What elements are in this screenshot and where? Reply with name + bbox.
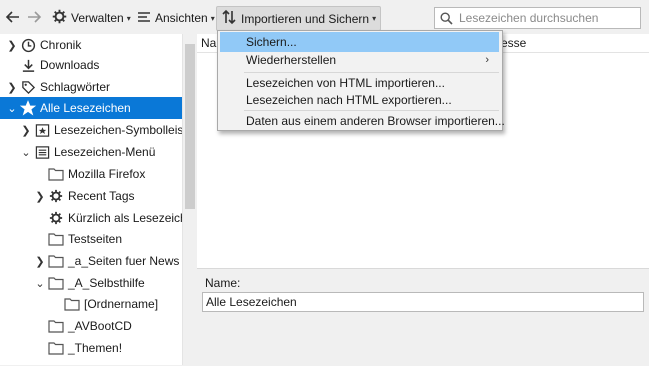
clock-icon: [20, 37, 36, 53]
sidebar-item-label: Testseiten: [68, 232, 123, 246]
sidebar-item-label: _a_Seiten fuer News: [68, 254, 180, 268]
collapse-arrow-icon[interactable]: ⌄: [6, 102, 18, 115]
chevron-down-icon: ▾: [210, 13, 215, 23]
sidebar-item-label: _Themen!: [68, 341, 123, 355]
expand-arrow-icon[interactable]: ❯: [20, 124, 32, 137]
folder-icon: [48, 253, 64, 269]
sidebar-item-label: _AVBootCD: [68, 319, 132, 333]
folder-icon: [48, 340, 64, 356]
organize-button[interactable]: Verwalten ▾: [52, 7, 131, 29]
menu-item-restore[interactable]: Wiederherstellen ›: [220, 50, 499, 70]
bookmarks-menu-icon: [34, 144, 50, 160]
sidebar-item-recent-tags[interactable]: ❯ Recent Tags: [0, 185, 182, 207]
sidebar-item-seiten-fuer-news[interactable]: ❯ _a_Seiten fuer News: [0, 250, 182, 272]
folder-icon: [48, 318, 64, 334]
sidebar-item-label: Lesezeichen-Symbolleiste: [54, 123, 182, 137]
sidebar-item-testseiten[interactable]: Testseiten: [0, 228, 182, 250]
scrollbar-thumb[interactable]: [185, 44, 195, 209]
sidebar-item-label: [Ordnername]: [84, 297, 159, 311]
views-button[interactable]: Ansichten ▾: [137, 7, 215, 29]
download-icon: [20, 57, 36, 73]
sidebar-item-label: Chronik: [40, 38, 82, 52]
name-label: Name:: [205, 276, 241, 290]
sidebar-item-recently-bookmarked[interactable]: Kürzlich als Lesezeichen: [0, 207, 182, 229]
sidebar-item-tags[interactable]: ❯ Schlagwörter: [0, 76, 182, 98]
expand-arrow-icon[interactable]: ❯: [6, 39, 18, 52]
expand-arrow-icon[interactable]: ❯: [34, 255, 46, 268]
collapse-arrow-icon[interactable]: ⌄: [20, 146, 32, 159]
sidebar-item-downloads[interactable]: Downloads: [0, 54, 182, 76]
sidebar-item-bookmarks-menu[interactable]: ⌄ Lesezeichen-Menü: [0, 141, 182, 163]
sidebar-item-label: Recent Tags: [68, 189, 135, 203]
sidebar-item-history[interactable]: ❯ Chronik: [0, 34, 182, 56]
chevron-down-icon: ▾: [372, 14, 377, 23]
tag-icon: [20, 79, 36, 95]
sidebar-item-mozilla-firefox[interactable]: Mozilla Firefox: [0, 163, 182, 185]
sidebar-item-label: Downloads: [40, 58, 100, 72]
expand-arrow-icon[interactable]: ❯: [6, 81, 18, 94]
gear-icon: [48, 210, 64, 226]
menu-item-label: Wiederherstellen: [246, 53, 337, 67]
forward-button[interactable]: [26, 7, 42, 29]
star-icon: [20, 100, 36, 116]
list-icon: [137, 10, 151, 27]
sidebar-scrollbar[interactable]: [182, 34, 197, 365]
folder-icon: [48, 166, 64, 182]
menu-item-backup[interactable]: Sichern...: [220, 32, 499, 52]
sidebar-item-all-bookmarks[interactable]: ⌄ Alle Lesezeichen: [0, 97, 182, 119]
sidebar-item-label: _A_Selbsthilfe: [68, 276, 145, 290]
import-backup-button[interactable]: Importieren und Sichern ▾: [216, 6, 382, 31]
bookmarks-toolbar-icon: [34, 122, 50, 138]
menu-item-label: Daten aus einem anderen Browser importie…: [246, 114, 505, 128]
details-pane: Name:: [197, 268, 649, 366]
arrow-right-icon: [26, 9, 42, 28]
search-icon: [440, 11, 453, 25]
sidebar-item-label: Alle Lesezeichen: [40, 101, 131, 115]
import-backup-label: Importieren und Sichern: [241, 11, 370, 26]
import-backup-menu: Sichern... Wiederherstellen › Lesezeiche…: [217, 30, 505, 131]
sidebar-item-bookmarks-toolbar[interactable]: ❯ Lesezeichen-Symbolleiste: [0, 119, 182, 141]
submenu-arrow-icon: ›: [485, 54, 489, 66]
sidebar-item-label: Schlagwörter: [40, 80, 111, 94]
gear-icon: [48, 188, 64, 204]
folder-icon: [64, 296, 80, 312]
sidebar-item-themen[interactable]: _Themen!: [0, 337, 182, 359]
views-label: Ansichten: [155, 11, 208, 25]
sidebar-item-selbsthilfe[interactable]: ⌄ _A_Selbsthilfe: [0, 272, 182, 294]
search-box[interactable]: [434, 7, 641, 29]
folder-icon: [48, 231, 64, 247]
arrow-left-icon: [5, 9, 21, 28]
menu-item-import-other-browser[interactable]: Daten aus einem anderen Browser importie…: [220, 111, 505, 131]
sidebar-item-label: Mozilla Firefox: [68, 167, 146, 181]
collapse-arrow-icon[interactable]: ⌄: [34, 277, 46, 290]
menu-item-export-html[interactable]: Lesezeichen nach HTML exportieren...: [220, 90, 499, 110]
expand-arrow-icon[interactable]: ❯: [34, 190, 46, 203]
chevron-down-icon: ▾: [126, 13, 131, 23]
menu-item-label: Sichern...: [246, 35, 297, 49]
sidebar-item-ordnername[interactable]: [Ordnername]: [0, 293, 182, 315]
import-export-arrows-icon: [221, 9, 237, 28]
search-input[interactable]: [457, 10, 640, 26]
sidebar-tree: ❯ Chronik Downloads ❯ Schlagwörter ⌄ All…: [0, 34, 182, 365]
gear-icon: [52, 9, 67, 27]
column-address[interactable]: esse: [501, 36, 526, 50]
menu-item-label: Lesezeichen von HTML importieren...: [246, 76, 445, 90]
name-field[interactable]: [202, 292, 644, 312]
sidebar-item-label: Kürzlich als Lesezeichen: [68, 211, 182, 225]
organize-label: Verwalten: [71, 11, 124, 25]
folder-icon: [48, 275, 64, 291]
back-button[interactable]: [5, 7, 21, 29]
sidebar-item-label: Lesezeichen-Menü: [54, 145, 156, 159]
menu-item-label: Lesezeichen nach HTML exportieren...: [246, 93, 452, 107]
sidebar-item-avbootcd[interactable]: _AVBootCD: [0, 315, 182, 337]
